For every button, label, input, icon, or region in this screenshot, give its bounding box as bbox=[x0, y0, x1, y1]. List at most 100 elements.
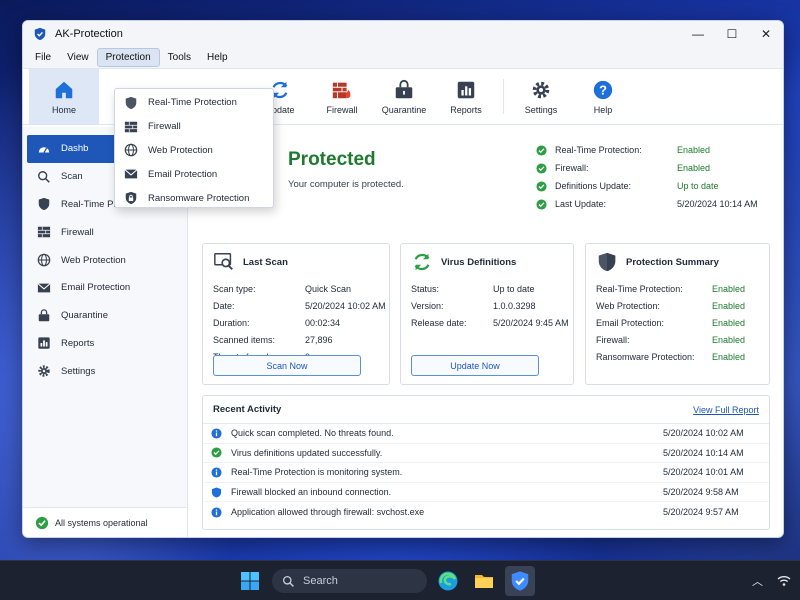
virus-definitions-card: Virus Definitions Status: Up to date Vers… bbox=[400, 243, 574, 385]
reports-icon bbox=[457, 81, 475, 98]
activity-row: Real-Time Protection is monitoring syste… bbox=[203, 463, 769, 483]
search-icon bbox=[38, 170, 50, 183]
toolbar-settings-button[interactable]: Settings bbox=[510, 69, 572, 124]
info-icon bbox=[211, 467, 222, 478]
file-explorer-icon[interactable] bbox=[472, 569, 496, 593]
summary-label: Email Protection: bbox=[596, 317, 665, 328]
scan-duration-label: Duration: bbox=[213, 317, 250, 328]
quarantine-icon bbox=[38, 308, 50, 321]
status-row: Firewall: Enabled bbox=[536, 159, 766, 177]
app-window: AK-Protection — ☐ ✕ File View Protection… bbox=[22, 20, 784, 538]
defs-version-row: Version: 1.0.0.3298 bbox=[401, 297, 573, 314]
status-value: 5/20/2024 10:14 AM bbox=[677, 199, 758, 209]
toolbar-separator bbox=[503, 79, 504, 114]
taskbar-search-box[interactable]: Search bbox=[272, 569, 427, 593]
scan-now-button[interactable]: Scan Now bbox=[213, 355, 361, 376]
defs-status-value: Up to date bbox=[493, 283, 535, 294]
summary-label: Firewall: bbox=[596, 334, 630, 345]
summary-label: Web Protection: bbox=[596, 300, 660, 311]
title-bar: AK-Protection — ☐ ✕ bbox=[23, 21, 783, 47]
dropdown-item-label: Web Protection bbox=[148, 144, 213, 156]
card-header: Last Scan bbox=[203, 244, 389, 280]
card-title: Protection Summary bbox=[626, 256, 719, 268]
menu-file[interactable]: File bbox=[27, 49, 59, 66]
close-button[interactable]: ✕ bbox=[749, 21, 783, 47]
toolbar-help-button[interactable]: ? Help bbox=[572, 69, 634, 124]
protection-status-title: Protected bbox=[288, 149, 376, 170]
dropdown-item-firewall[interactable]: Firewall bbox=[115, 115, 273, 139]
sidebar-item-firewall[interactable]: Firewall bbox=[23, 218, 187, 246]
menu-protection[interactable]: Protection bbox=[96, 48, 160, 67]
minimize-button[interactable]: — bbox=[681, 21, 715, 47]
dropdown-item-label: Ransomware Protection bbox=[148, 192, 250, 204]
status-row: Last Update: 5/20/2024 10:14 AM bbox=[536, 195, 766, 213]
dropdown-item-web-protection[interactable]: Web Protection bbox=[115, 139, 273, 163]
toolbar-firewall-label: Firewall bbox=[326, 104, 358, 115]
windows-start-icon[interactable] bbox=[240, 571, 260, 591]
defs-release-label: Release date: bbox=[411, 317, 467, 328]
toolbar-settings-label: Settings bbox=[524, 104, 558, 115]
status-value: Enabled bbox=[677, 145, 711, 155]
status-label: Firewall: bbox=[555, 163, 589, 173]
recent-activity-panel: Recent Activity View Full Report Quick s… bbox=[202, 395, 770, 530]
toolbar-reports-button[interactable]: Reports bbox=[435, 69, 497, 124]
scan-type-row: Scan type: Quick Scan bbox=[203, 280, 389, 297]
check-circle-icon bbox=[536, 180, 547, 192]
activity-time: 5/20/2024 10:02 AM bbox=[663, 428, 744, 439]
toolbar-quarantine-button[interactable]: Quarantine bbox=[373, 69, 435, 124]
card-header: Virus Definitions bbox=[401, 244, 573, 280]
dropdown-item-email-protection[interactable]: Email Protection bbox=[115, 162, 273, 186]
brick-wall-icon bbox=[37, 227, 51, 238]
menu-tools[interactable]: Tools bbox=[160, 49, 199, 66]
status-label: Last Update: bbox=[555, 199, 607, 209]
toolbar-firewall-button[interactable]: Firewall bbox=[311, 69, 373, 124]
summary-value: Enabled bbox=[712, 317, 746, 328]
svg-text:?: ? bbox=[599, 82, 607, 97]
protection-dropdown-menu: Real-Time Protection Firewall Web Protec… bbox=[114, 88, 274, 208]
scanned-items-value: 27,896 bbox=[305, 334, 333, 345]
dropdown-item-label: Firewall bbox=[148, 121, 181, 133]
edge-browser-icon[interactable] bbox=[436, 569, 460, 593]
system-status-text: All systems operational bbox=[55, 517, 148, 528]
wifi-icon[interactable] bbox=[777, 574, 791, 588]
toolbar-home-label: Home bbox=[51, 104, 76, 115]
dropdown-item-real-time-protection[interactable]: Real-Time Protection bbox=[115, 91, 273, 115]
envelope-icon bbox=[124, 169, 138, 179]
info-icon bbox=[211, 428, 222, 439]
scan-monitor-icon bbox=[214, 253, 233, 270]
gear-icon bbox=[532, 81, 550, 98]
sidebar-item-reports[interactable]: Reports bbox=[23, 330, 187, 358]
toolbar-home-button[interactable]: Home bbox=[29, 69, 99, 124]
update-now-button[interactable]: Update Now bbox=[411, 355, 539, 376]
activity-row: Firewall blocked an inbound connection. … bbox=[203, 483, 769, 503]
sidebar-item-settings[interactable]: Settings bbox=[23, 357, 187, 385]
menu-view[interactable]: View bbox=[59, 49, 97, 66]
maximize-button[interactable]: ☐ bbox=[715, 21, 749, 47]
activity-row: Virus definitions updated successfully. … bbox=[203, 444, 769, 464]
app-shield-icon bbox=[34, 27, 46, 41]
defs-status-row: Status: Up to date bbox=[401, 280, 573, 297]
window-title: AK-Protection bbox=[55, 28, 123, 40]
scan-type-value: Quick Scan bbox=[305, 283, 352, 294]
menu-help[interactable]: Help bbox=[199, 49, 236, 66]
sidebar-item-quarantine[interactable]: Quarantine bbox=[23, 302, 187, 330]
summary-row: Real-Time Protection: Enabled bbox=[586, 280, 769, 297]
activity-title: Recent Activity bbox=[213, 404, 282, 415]
dropdown-item-ransomware-protection[interactable]: Ransomware Protection bbox=[115, 186, 273, 210]
status-value: Up to date bbox=[677, 181, 719, 191]
view-full-report-link[interactable]: View Full Report bbox=[693, 405, 759, 415]
status-row: Definitions Update: Up to date bbox=[536, 177, 766, 195]
status-label: Real-Time Protection: bbox=[555, 145, 642, 155]
tray-chevron-up-icon[interactable]: ︿ bbox=[752, 573, 763, 589]
card-title: Last Scan bbox=[243, 256, 288, 268]
status-label: Definitions Update: bbox=[555, 181, 632, 191]
sidebar-item-email-protection[interactable]: Email Protection bbox=[23, 274, 187, 302]
scan-duration-value: 00:02:34 bbox=[305, 317, 341, 328]
quarantine-icon bbox=[395, 79, 413, 98]
dropdown-item-label: Email Protection bbox=[148, 168, 218, 180]
protection-summary-card: Protection Summary Real-Time Protection:… bbox=[585, 243, 770, 385]
ak-protection-taskbar-icon[interactable] bbox=[505, 566, 535, 596]
activity-time: 5/20/2024 9:58 AM bbox=[663, 487, 739, 498]
sidebar-item-web-protection[interactable]: Web Protection bbox=[23, 246, 187, 274]
summary-value: Enabled bbox=[712, 283, 746, 294]
